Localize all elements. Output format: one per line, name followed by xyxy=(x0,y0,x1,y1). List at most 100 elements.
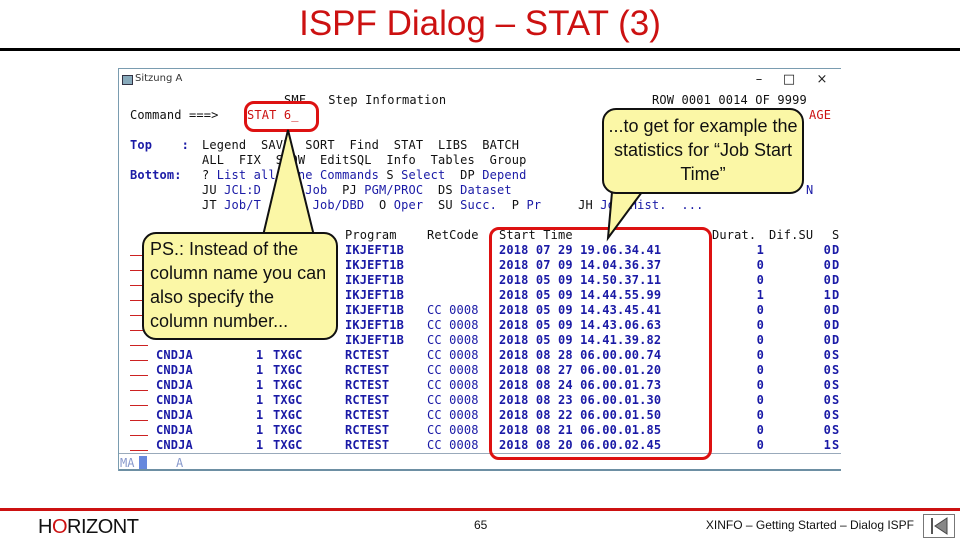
terminal-titlebar: Sitzung A – □ × xyxy=(119,69,841,91)
line-commands-3[interactable]: JT Job/T JB Job/DBD O Oper SU Succ. P Pr… xyxy=(202,198,704,213)
cell-program: RCTEST xyxy=(345,423,390,437)
col-header-difsu[interactable]: Dif.SU xyxy=(769,228,813,243)
cell-durat: 0 xyxy=(756,378,764,392)
cell-step: 1 xyxy=(256,363,264,377)
cell-pgmx: TXGC xyxy=(273,408,303,422)
cell-difsu: 0 xyxy=(823,393,831,407)
cell-program: RCTEST xyxy=(345,438,390,452)
line-command-segment: PJ xyxy=(342,183,365,197)
cell-program: IKJEFT1B xyxy=(345,258,404,272)
cell-s: S xyxy=(832,408,840,422)
cell-difsu: 0 xyxy=(823,333,831,347)
cell-program: IKJEFT1B xyxy=(345,333,404,347)
cell-durat: 0 xyxy=(756,393,764,407)
cell-pgmx: TXGC xyxy=(273,393,303,407)
minimize-button[interactable]: – xyxy=(747,71,771,89)
line-command-input[interactable] xyxy=(130,345,148,346)
status-divider xyxy=(119,453,841,454)
cell-durat: 0 xyxy=(756,363,764,377)
line-command-segment[interactable]: Depend xyxy=(482,168,526,182)
line-command-segment[interactable]: List all Line Commands xyxy=(217,168,387,182)
cell-retcode: CC 0008 xyxy=(427,303,479,317)
status-indicator: MA xyxy=(120,456,135,470)
logo-o: O xyxy=(51,516,68,538)
cell-step: 1 xyxy=(256,393,264,407)
line-command-input[interactable] xyxy=(130,375,148,376)
line-command-input[interactable] xyxy=(130,435,148,436)
cell-durat: 0 xyxy=(756,273,764,287)
line-command-input[interactable] xyxy=(130,390,148,391)
cell-difsu: 0 xyxy=(823,408,831,422)
line-command-segment[interactable]: Job/T xyxy=(224,198,290,212)
cell-job: CNDJA xyxy=(156,363,193,377)
line-command-segment: JU xyxy=(202,183,225,197)
cell-durat: 0 xyxy=(756,318,764,332)
cell-s: S xyxy=(832,393,840,407)
cell-program: RCTEST xyxy=(345,348,390,362)
col-header-program[interactable]: Program xyxy=(345,228,397,243)
col-header-s[interactable]: S xyxy=(832,228,839,243)
cell-difsu: 0 xyxy=(823,378,831,392)
cell-difsu: 1 xyxy=(823,288,831,302)
top-commands-line-2[interactable]: ALL FIX SHOW EditSQL Info Tables Group xyxy=(202,153,526,168)
cell-s: D xyxy=(832,258,840,272)
cell-program: RCTEST xyxy=(345,363,390,377)
line-command-segment: P xyxy=(511,198,527,212)
cell-s: D xyxy=(832,333,840,347)
cell-job: CNDJA xyxy=(156,423,193,437)
line-command-segment[interactable]: Select xyxy=(401,168,460,182)
cell-durat: 0 xyxy=(756,438,764,452)
callout-job-start-time: ...to get for example the statistics for… xyxy=(602,108,804,194)
line-command-input[interactable] xyxy=(130,420,148,421)
line-command-segment: J xyxy=(290,183,306,197)
cell-step: 1 xyxy=(256,438,264,452)
line-command-input[interactable] xyxy=(130,450,148,451)
line-command-segment: ? xyxy=(202,168,217,182)
line-command-segment[interactable]: Oper xyxy=(394,198,438,212)
cell-durat: 0 xyxy=(756,258,764,272)
cell-pgmx: TXGC xyxy=(273,423,303,437)
line-command-segment: S xyxy=(386,168,402,182)
cell-difsu: 1 xyxy=(823,438,831,452)
first-page-button[interactable] xyxy=(923,514,955,538)
line-command-segment[interactable]: JCL:D xyxy=(224,183,290,197)
line-command-segment[interactable]: Succ. xyxy=(460,198,512,212)
session-icon xyxy=(122,75,133,85)
logo-part-2: RIZONT xyxy=(67,516,139,538)
cell-s: D xyxy=(832,303,840,317)
col-header-retcode[interactable]: RetCode xyxy=(427,228,479,243)
cell-job: CNDJA xyxy=(156,438,193,452)
line-commands-1[interactable]: ? List all Line Commands S Select DP Dep… xyxy=(202,168,527,183)
line-command-segment[interactable]: PGM/PROC xyxy=(364,183,438,197)
line-command-segment[interactable]: Dataset xyxy=(460,183,512,197)
cell-durat: 0 xyxy=(756,303,764,317)
top-commands-line-1[interactable]: Legend SAVE SORT Find STAT LIBS BATCH xyxy=(202,138,519,153)
cell-step: 1 xyxy=(256,423,264,437)
line-command-input[interactable] xyxy=(130,360,148,361)
line-command-segment[interactable]: Pr xyxy=(527,198,579,212)
maximize-button[interactable]: □ xyxy=(777,71,801,89)
line-commands-2[interactable]: JU JCL:D J Job PJ PGM/PROC DS Dataset xyxy=(202,183,512,198)
cell-s: S xyxy=(832,348,840,362)
command-highlight xyxy=(244,101,319,132)
cell-program: IKJEFT1B xyxy=(345,318,404,332)
cell-s: D xyxy=(832,243,840,257)
title-divider xyxy=(0,48,960,51)
close-button[interactable]: × xyxy=(810,71,834,89)
cell-program: RCTEST xyxy=(345,408,390,422)
line-command-input[interactable] xyxy=(130,405,148,406)
cell-durat: 0 xyxy=(756,348,764,362)
line-command-segment[interactable]: Job Hist. ... xyxy=(600,198,703,212)
cell-s: D xyxy=(832,318,840,332)
line-command-segment[interactable]: Job xyxy=(305,183,342,197)
first-page-icon xyxy=(931,517,948,535)
col-header-durat[interactable]: Durat. xyxy=(712,228,756,243)
cell-retcode: CC 0008 xyxy=(427,393,479,407)
cell-pgmx: TXGC xyxy=(273,348,303,362)
line-command-segment[interactable]: Job/DBD xyxy=(313,198,379,212)
cell-retcode: CC 0008 xyxy=(427,363,479,377)
cell-pgmx: TXGC xyxy=(273,378,303,392)
cell-retcode: CC 0008 xyxy=(427,423,479,437)
terminal-bottom-border xyxy=(119,469,841,471)
top-label: Top : xyxy=(130,138,189,152)
